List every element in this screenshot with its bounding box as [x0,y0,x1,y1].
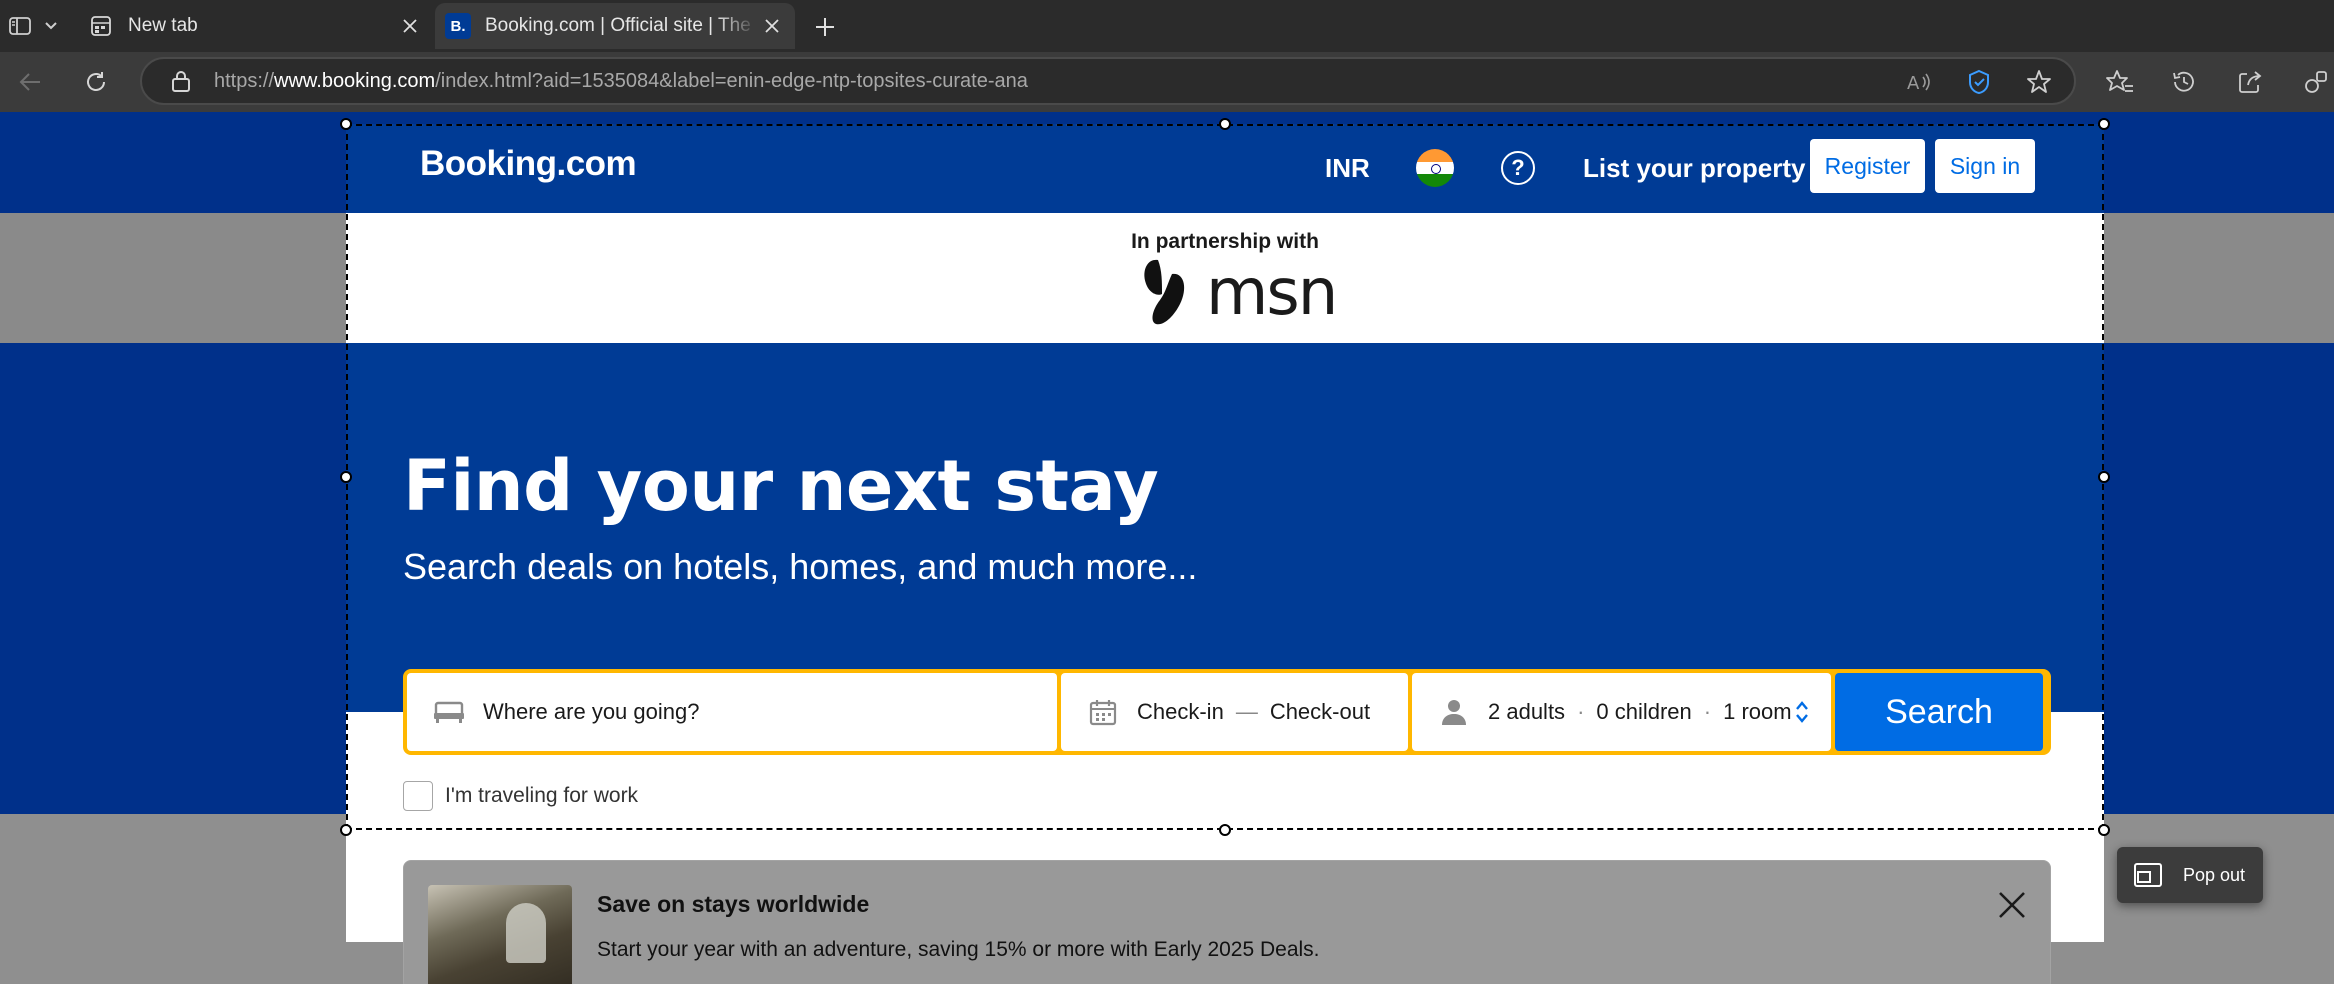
resize-handle[interactable] [340,824,352,836]
booking-logo[interactable]: Booking.com [420,144,637,184]
sign-in-button[interactable]: Sign in [1935,139,2035,193]
bed-icon [429,692,469,732]
hero-section: Find your next stay Search deals on hote… [346,343,2104,712]
read-aloud-icon[interactable]: A [1902,65,1936,99]
date-separator: — [1235,699,1258,724]
refresh-icon[interactable] [78,64,114,100]
history-icon[interactable] [2166,64,2202,100]
guests-field[interactable]: 2 adults · 0 children · 1 room [1412,673,1831,751]
check-out-label: Check-out [1269,699,1371,724]
screenshot-selection-area: Booking.com INR ? List your property Reg… [346,124,2104,942]
tab-title: Booking.com | Official site | The best h… [485,15,757,36]
close-tab-icon[interactable] [395,11,425,41]
calendar-icon [1083,692,1123,732]
new-tab-page-icon [88,13,114,39]
back-arrow-icon[interactable] [12,64,48,100]
work-travel-toggle[interactable]: I'm traveling for work [403,781,638,811]
list-property-link[interactable]: List your property [1583,153,1805,184]
resize-handle[interactable] [340,118,352,130]
adults-count: 2 adults [1488,699,1566,724]
booking-favicon: B. [445,13,471,39]
address-bar[interactable]: https://www.booking.com/index.html?aid=1… [140,57,2076,105]
close-icon[interactable] [1994,887,2030,923]
svg-text:A: A [1907,73,1920,93]
lock-icon[interactable] [166,66,196,96]
resize-handle[interactable] [1219,118,1231,130]
currency-selector[interactable]: INR [1325,153,1370,184]
promo-card: Save on stays worldwide Start your year … [403,860,2051,984]
tab-bar: New tab B. Booking.com | Official site |… [0,0,2334,52]
guest-dot: · [1703,699,1712,724]
page-viewport: Booking.com INR ? List your property Reg… [0,112,2334,984]
favorites-list-icon[interactable] [2102,64,2138,100]
close-tab-icon[interactable] [757,11,787,41]
pop-out-label: Pop out [2183,864,2246,885]
person-icon [1434,692,1474,732]
resize-handle[interactable] [1219,824,1231,836]
browser-toolbar: https://www.booking.com/index.html?aid=1… [0,52,2334,112]
copilot-shield-icon[interactable] [1962,65,1996,99]
resize-handle[interactable] [2098,824,2110,836]
promo-text: Start your year with an adventure, savin… [597,938,1320,961]
tab-title: New tab [128,15,198,36]
msn-wordmark: msn [1206,256,1338,330]
favorite-star-icon[interactable] [2022,65,2056,99]
site-header: Booking.com INR ? List your property Reg… [346,124,2104,213]
search-bar: Where are you going? Check-in — Check-ou… [403,669,2051,755]
work-travel-checkbox[interactable] [403,781,433,811]
promo-title: Save on stays worldwide [597,891,870,917]
promo-image [428,885,572,984]
share-icon[interactable] [2232,64,2268,100]
children-count: 0 children [1596,699,1692,724]
hero-subtitle: Search deals on hotels, homes, and much … [403,546,1198,587]
pop-out-icon [2133,862,2163,888]
extensions-icon[interactable] [2298,64,2334,100]
check-in-label: Check-in [1137,699,1224,724]
resize-handle[interactable] [340,471,352,483]
register-button[interactable]: Register [1810,139,1925,193]
resize-handle[interactable] [2098,471,2110,483]
destination-placeholder: Where are you going? [483,699,700,724]
guest-dot: · [1577,699,1585,724]
up-down-chevron-icon [1795,699,1809,731]
rooms-count: 1 room [1723,699,1792,724]
new-tab-plus-icon[interactable] [808,10,842,44]
search-button[interactable]: Search [1835,673,2043,751]
pop-out-button[interactable]: Pop out [2117,847,2263,903]
tab-new-tab[interactable]: New tab [78,3,433,49]
resize-handle[interactable] [2098,118,2110,130]
tab-actions-chevron-icon[interactable] [38,10,64,42]
india-flag-icon[interactable] [1416,149,1454,187]
url-text[interactable]: https://www.booking.com/index.html?aid=1… [214,70,1028,93]
sidebar-toggle-icon[interactable] [4,10,36,42]
partnership-label: In partnership with [1131,230,1319,253]
date-picker-field[interactable]: Check-in — Check-out [1061,673,1408,751]
help-icon[interactable]: ? [1501,151,1535,185]
destination-field[interactable]: Where are you going? [407,673,1057,751]
hero-title: Find your next stay [403,445,1159,527]
tab-booking[interactable]: B. Booking.com | Official site | The bes… [435,3,795,49]
work-travel-label: I'm traveling for work [445,784,639,807]
partnership-banner: In partnership with msn [346,213,2104,343]
